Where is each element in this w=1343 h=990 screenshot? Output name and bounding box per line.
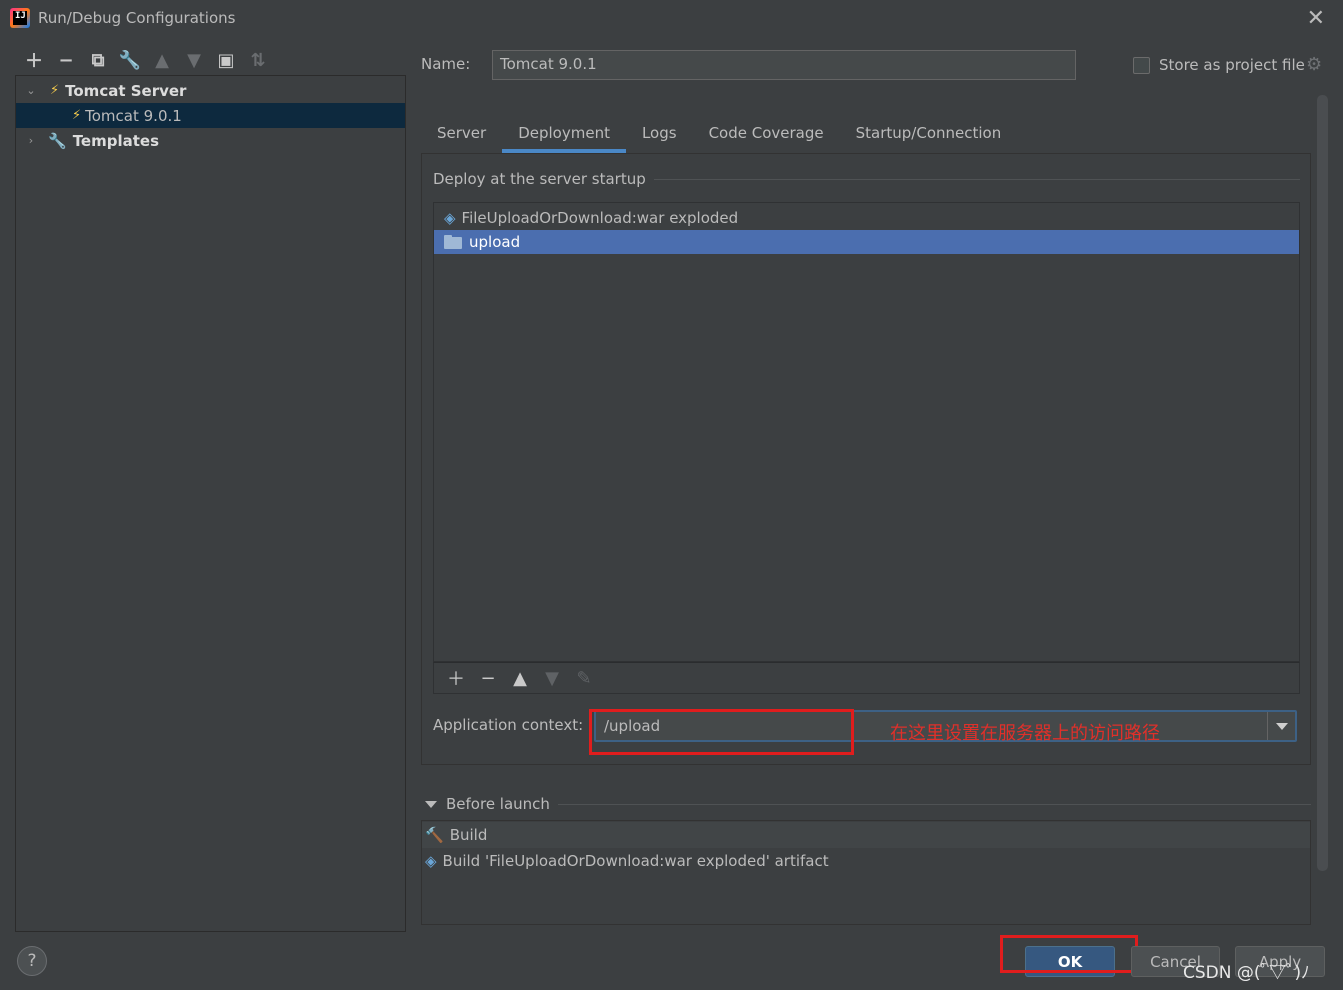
section-divider (556, 804, 1311, 805)
name-input[interactable]: Tomcat 9.0.1 (492, 50, 1076, 80)
list-item-label: upload (469, 233, 521, 251)
gear-icon[interactable]: ⚙ (1306, 54, 1322, 75)
list-item-label: Build (449, 826, 488, 844)
folder-icon (444, 235, 462, 249)
wrench-icon[interactable]: 🔧 (114, 48, 146, 72)
watermark: CSDN @(ﾟ▽ﾟ)ﾉ (1183, 963, 1310, 983)
deploy-list: ◈ FileUploadOrDownload:war exploded uplo… (433, 202, 1300, 662)
artifact-icon: ◈ (425, 852, 437, 870)
hammer-icon: 🔨 (425, 826, 444, 844)
templates-label: Templates (72, 131, 160, 150)
deploy-section-title: Deploy at the server startup (433, 170, 654, 188)
list-item-label: FileUploadOrDownload:war exploded (461, 209, 739, 227)
tree-group-templates[interactable]: › 🔧 Templates (16, 128, 405, 153)
annotation-text: 在这里设置在服务器上的访问路径 (890, 723, 1160, 744)
before-launch-header[interactable]: Before launch (425, 795, 558, 813)
vertical-scrollbar[interactable] (1317, 95, 1328, 871)
copy-icon[interactable]: ⧉ (82, 48, 114, 72)
window-title: Run/Debug Configurations (38, 9, 236, 27)
remove-icon[interactable]: − (50, 48, 82, 72)
tab-logs[interactable]: Logs (626, 115, 693, 153)
tab-server[interactable]: Server (421, 115, 502, 153)
name-label: Name: (421, 55, 471, 73)
chevron-down-icon[interactable] (1267, 712, 1295, 740)
move-down-icon[interactable]: ▼ (178, 48, 210, 72)
wrench-icon: 🔧 (48, 131, 67, 150)
list-item[interactable]: ◈ Build 'FileUploadOrDownload:war explod… (422, 848, 1310, 874)
chevron-right-icon[interactable]: › (22, 134, 40, 147)
title-bar: IJ Run/Debug Configurations ✕ (0, 0, 1343, 38)
before-launch-list: 🔨 Build ◈ Build 'FileUploadOrDownload:wa… (421, 820, 1311, 925)
intellij-idea-icon: IJ (10, 8, 30, 28)
add-icon[interactable]: ＋ (440, 665, 472, 691)
close-icon[interactable]: ✕ (1307, 6, 1325, 31)
tab-deployment[interactable]: Deployment (502, 115, 626, 153)
tab-code-coverage[interactable]: Code Coverage (693, 115, 840, 153)
new-folder-icon[interactable]: ▣ (210, 48, 242, 72)
list-item[interactable]: upload (434, 230, 1299, 254)
move-up-icon[interactable]: ▲ (504, 668, 536, 689)
move-up-icon[interactable]: ▲ (146, 48, 178, 72)
store-as-project-checkbox[interactable] (1133, 57, 1150, 74)
store-as-project-label[interactable]: Store as project file (1159, 56, 1305, 74)
config-tree: ⌄ ⚡ Tomcat Server ⚡ Tomcat 9.0.1 › 🔧 Tem… (15, 75, 406, 932)
tab-startup-connection[interactable]: Startup/Connection (840, 115, 1018, 153)
tree-item-label: Tomcat 9.0.1 (85, 106, 182, 125)
sort-icon[interactable]: ⇅ (242, 48, 274, 72)
config-toolbar: ＋ − ⧉ 🔧 ▲ ▼ ▣ ⇅ (18, 48, 274, 73)
deploy-list-toolbar: ＋ − ▲ ▼ ✎ (433, 662, 1300, 694)
tree-group-label: Tomcat Server (65, 81, 187, 100)
tree-group-tomcat-server[interactable]: ⌄ ⚡ Tomcat Server (16, 78, 405, 103)
list-item[interactable]: ◈ FileUploadOrDownload:war exploded (434, 206, 1299, 230)
tomcat-icon: ⚡ (50, 83, 60, 98)
tomcat-icon: ⚡ (72, 108, 82, 123)
list-item[interactable]: 🔨 Build (422, 822, 1310, 848)
collapse-triangle-icon[interactable] (425, 800, 437, 808)
app-context-label: Application context: (433, 716, 584, 734)
tree-item-tomcat-config[interactable]: ⚡ Tomcat 9.0.1 (16, 103, 405, 128)
artifact-icon: ◈ (444, 209, 456, 227)
move-down-icon[interactable]: ▼ (536, 668, 568, 689)
annotation-box-ok (1000, 935, 1138, 973)
list-item-label: Build 'FileUploadOrDownload:war exploded… (442, 852, 829, 870)
remove-icon[interactable]: − (472, 668, 504, 689)
tab-bar: Server Deployment Logs Code Coverage Sta… (421, 115, 1017, 153)
pencil-icon[interactable]: ✎ (568, 668, 600, 689)
before-launch-title: Before launch (446, 795, 550, 813)
help-button[interactable]: ? (17, 946, 47, 976)
chevron-down-icon[interactable]: ⌄ (22, 84, 40, 97)
annotation-box-context (589, 709, 854, 755)
section-divider (645, 179, 1300, 180)
add-icon[interactable]: ＋ (18, 48, 50, 72)
